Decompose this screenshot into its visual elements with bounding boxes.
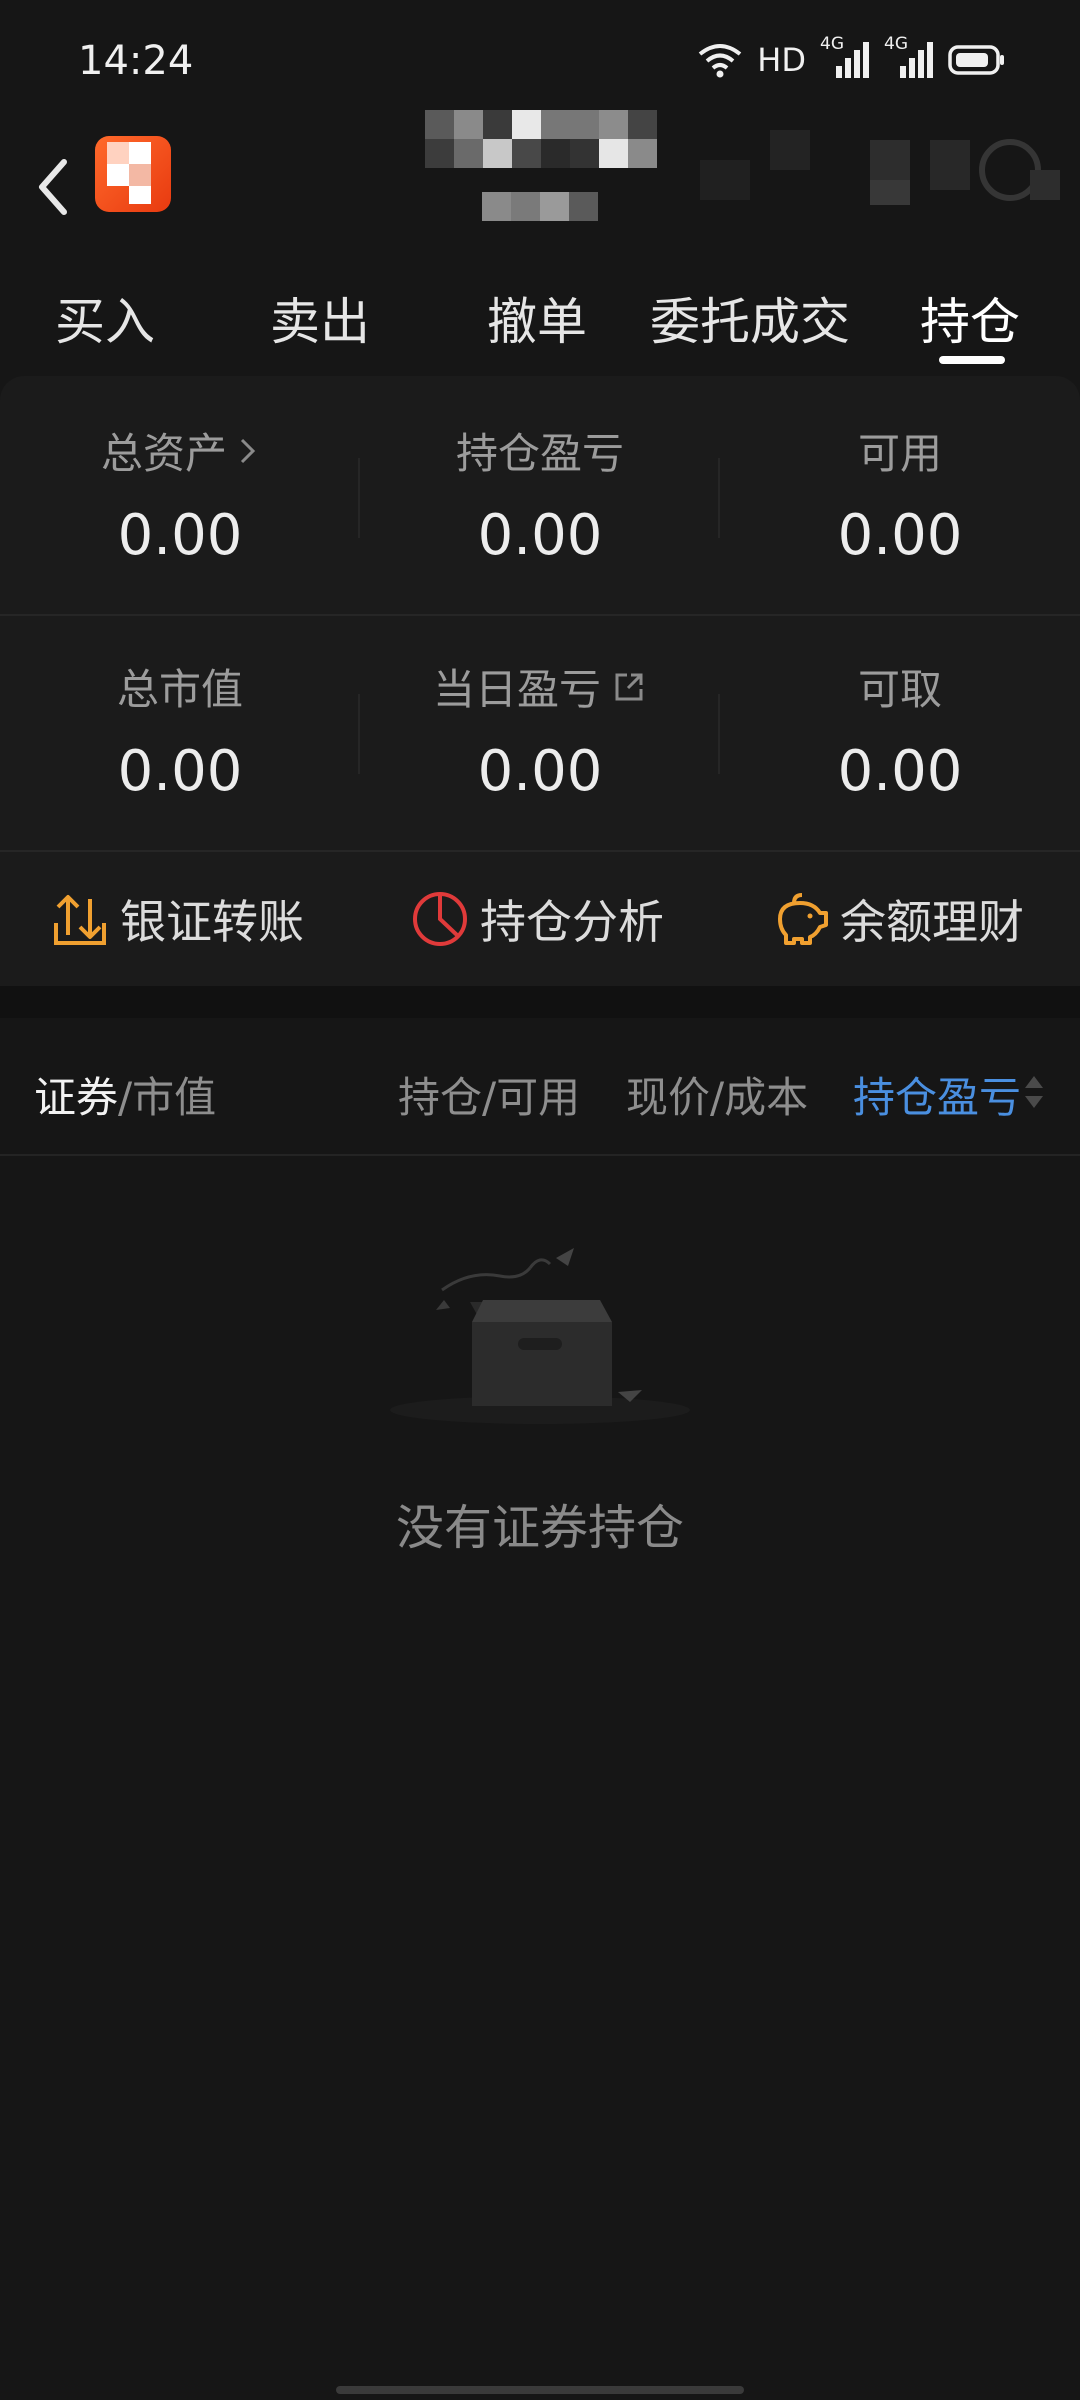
tab-positions[interactable]: 持仓 [920, 282, 1020, 354]
app-logo-icon [95, 136, 171, 212]
divider [358, 458, 360, 538]
trade-tabs: 买入 卖出 撤单 委托成交 持仓 [0, 260, 1080, 370]
column-holding-available[interactable]: 持仓/可用 [398, 1064, 580, 1125]
column-security-label: 证券 [34, 1073, 119, 1122]
available-metric: 可用 0.00 [740, 420, 1060, 568]
divider [358, 694, 360, 774]
tab-buy[interactable]: 买入 [55, 282, 155, 354]
available-label: 可用 [857, 429, 942, 478]
bank-transfer-label: 银证转账 [120, 895, 304, 949]
home-indicator[interactable] [336, 2386, 744, 2394]
column-security-market-value[interactable]: 证券/市值 [34, 1064, 216, 1125]
positions-table-header: 证券/市值 持仓/可用 现价/成本 持仓盈亏 [0, 1018, 1080, 1156]
status-time: 14:24 [78, 38, 194, 84]
hd-label: HD [757, 41, 806, 79]
tab-cancel-order[interactable]: 撤单 [487, 282, 587, 354]
daily-pnl-metric[interactable]: 当日盈亏 0.00 [380, 656, 700, 804]
signal-icon: 4G [820, 34, 870, 80]
external-link-icon [615, 673, 643, 700]
total-assets-metric[interactable]: 总资产 0.00 [20, 420, 340, 568]
total-assets-value: 0.00 [117, 503, 243, 568]
empty-state-text: 没有证券持仓 [395, 1500, 684, 1556]
market-value-metric: 总市值 0.00 [20, 656, 340, 804]
section-separator [0, 986, 1080, 1018]
withdrawable-metric: 可取 0.00 [740, 656, 1060, 804]
position-analysis-button[interactable]: 持仓分析 [410, 886, 664, 952]
daily-pnl-label: 当日盈亏 [432, 665, 601, 714]
tab-orders-trades[interactable]: 委托成交 [650, 282, 850, 354]
column-market-value-label: /市值 [118, 1073, 217, 1122]
position-pnl-metric: 持仓盈亏 0.00 [380, 420, 700, 568]
pie-chart-icon [413, 892, 467, 946]
sort-arrows-icon[interactable] [1022, 1072, 1046, 1112]
battery-icon [948, 45, 1004, 75]
chevron-right-icon [240, 438, 256, 463]
position-pnl-value: 0.00 [477, 503, 603, 568]
tab-sell[interactable]: 卖出 [270, 282, 370, 354]
active-tab-indicator [939, 356, 1005, 364]
total-assets-label: 总资产 [100, 429, 227, 478]
balance-wealth-button[interactable]: 余额理财 [770, 886, 1024, 952]
signal-icon: 4G [884, 34, 934, 80]
divider [718, 458, 720, 538]
wifi-icon [699, 44, 742, 78]
daily-pnl-value: 0.00 [477, 739, 603, 804]
column-price-cost[interactable]: 现价/成本 [626, 1064, 808, 1125]
transfer-icon [54, 895, 106, 945]
divider [718, 694, 720, 774]
nav-bar [0, 110, 1080, 260]
quick-actions: 银证转账 持仓分析 余额理财 [0, 852, 1080, 986]
account-title-redacted [425, 110, 657, 168]
piggy-bank-icon [778, 893, 828, 945]
divider [0, 614, 1080, 616]
position-pnl-label: 持仓盈亏 [455, 429, 624, 478]
back-chevron-icon[interactable] [28, 142, 78, 232]
balance-wealth-label: 余额理财 [840, 895, 1024, 949]
withdrawable-value: 0.00 [837, 739, 963, 804]
empty-box-icon [390, 1248, 690, 1424]
market-value-value: 0.00 [117, 739, 243, 804]
withdrawable-label: 可取 [857, 665, 942, 714]
market-value-label: 总市值 [116, 665, 243, 714]
status-bar: 14:24 HD 4G 4G [0, 0, 1080, 120]
position-analysis-label: 持仓分析 [480, 895, 664, 949]
account-subtitle-redacted [482, 192, 598, 221]
column-position-pnl[interactable]: 持仓盈亏 [853, 1064, 1021, 1125]
status-icons: HD 4G 4G [697, 34, 1006, 80]
available-value: 0.00 [837, 503, 963, 568]
redacted-header-icons [700, 130, 1060, 205]
bank-transfer-button[interactable]: 银证转账 [50, 886, 304, 952]
